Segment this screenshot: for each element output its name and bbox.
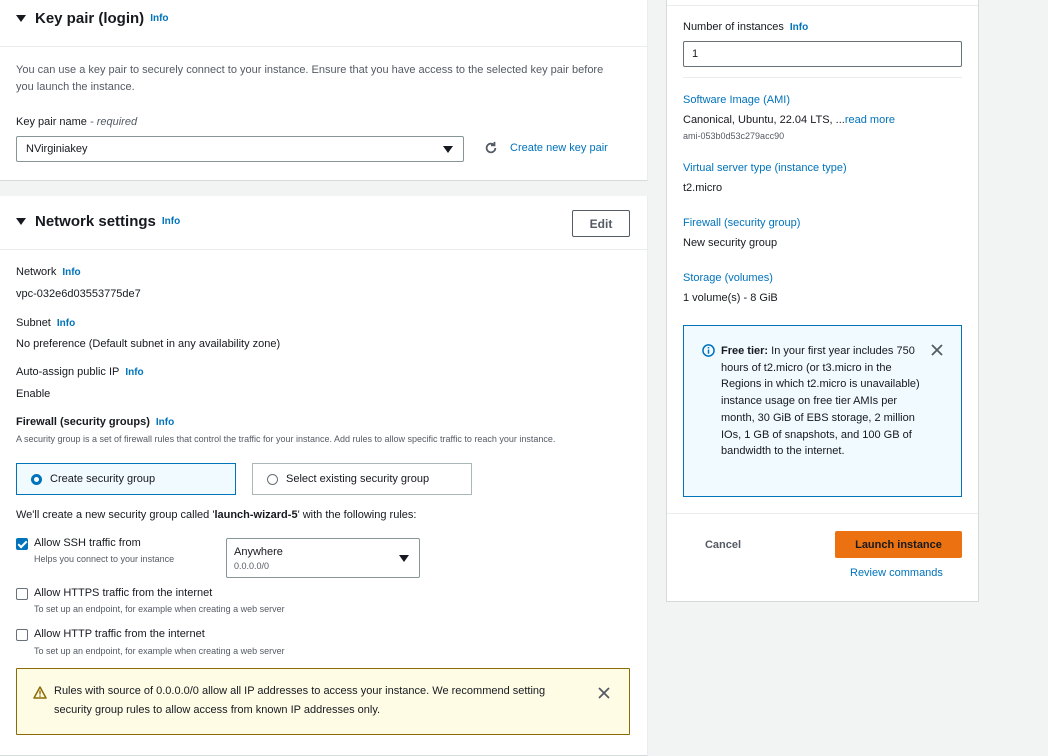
key-pair-info-link[interactable]: Info xyxy=(150,13,168,24)
radio-unselected-icon[interactable] xyxy=(267,473,278,485)
key-pair-description: You can use a key pair to securely conne… xyxy=(16,64,604,93)
info-icon xyxy=(702,344,715,357)
http-label: Allow HTTP traffic from the internet xyxy=(34,628,205,640)
summary-divider xyxy=(683,77,962,78)
ssh-source-select[interactable]: Anywhere 0.0.0.0/0 xyxy=(226,538,420,578)
storage-value: 1 volume(s) - 8 GiB xyxy=(683,292,778,304)
ami-link[interactable]: Software Image (AMI) xyxy=(683,94,790,106)
ssh-source-cidr: 0.0.0.0/0 xyxy=(234,560,270,571)
https-checkbox[interactable] xyxy=(16,588,28,600)
ami-read-more-link[interactable]: read more xyxy=(845,114,895,126)
https-sublabel: To set up an endpoint, for example when … xyxy=(34,604,285,614)
key-pair-name-label-text: Key pair name xyxy=(16,116,87,128)
dropdown-caret-icon xyxy=(443,146,453,153)
warning-alert: Rules with source of 0.0.0.0/0 allow all… xyxy=(16,668,630,735)
subnet-label: Subnet Info xyxy=(16,317,75,329)
create-security-group-label: Create security group xyxy=(50,473,156,485)
network-info-link[interactable]: Info xyxy=(62,267,80,278)
instances-input[interactable]: 1 xyxy=(683,41,962,67)
warning-icon xyxy=(33,686,47,699)
key-pair-required-text: - required xyxy=(90,116,138,128)
summary-top-divider xyxy=(667,5,978,6)
caret-down-icon xyxy=(16,218,26,225)
ami-value: Canonical, Ubuntu, 22.04 LTS, ...read mo… xyxy=(683,114,895,126)
key-pair-title[interactable]: Key pair (login) Info xyxy=(16,10,169,27)
refresh-icon[interactable] xyxy=(484,141,498,155)
rules-text-prefix: We'll create a new security group called… xyxy=(16,509,215,521)
launch-instance-button[interactable]: Launch instance xyxy=(835,531,962,558)
summary-footer-divider xyxy=(667,513,978,514)
create-key-pair-text[interactable]: Create new key pair xyxy=(510,142,608,154)
create-key-pair-link[interactable]: Create new key pair xyxy=(484,141,608,155)
subnet-value: No preference (Default subnet in any ava… xyxy=(16,338,281,350)
public-ip-label-text: Auto-assign public IP xyxy=(16,366,120,378)
caret-down-icon xyxy=(16,15,26,22)
key-pair-select-value: NVirginiakey xyxy=(26,143,88,155)
public-ip-label: Auto-assign public IP Info xyxy=(16,366,144,378)
network-label: Network Info xyxy=(16,266,81,278)
select-existing-security-group-option[interactable]: Select existing security group xyxy=(252,463,472,495)
summary-panel: Number of instances Info 1 Software Image… xyxy=(666,0,979,602)
network-settings-panel: Network settings Info Edit Network Info v… xyxy=(0,196,648,756)
network-settings-title-text: Network settings xyxy=(35,213,156,230)
free-tier-title: Free tier: xyxy=(721,345,769,357)
instances-label: Number of instances Info xyxy=(683,21,808,33)
instances-label-text: Number of instances xyxy=(683,21,784,33)
ami-value-text: Canonical, Ubuntu, 22.04 LTS, ... xyxy=(683,114,845,126)
create-security-group-option[interactable]: Create security group xyxy=(16,463,236,495)
instance-type-value: t2.micro xyxy=(683,182,723,194)
key-pair-select[interactable]: NVirginiakey xyxy=(16,136,464,162)
firewall-label-text: Firewall (security groups) xyxy=(16,416,150,428)
rules-text-suffix: ' with the following rules: xyxy=(297,509,417,521)
warning-text: Rules with source of 0.0.0.0/0 allow all… xyxy=(54,685,546,716)
key-pair-title-text: Key pair (login) xyxy=(35,10,145,27)
ssh-label: Allow SSH traffic from xyxy=(34,537,141,549)
radio-selected-icon[interactable] xyxy=(31,473,42,485)
key-pair-header[interactable]: Key pair (login) Info xyxy=(0,0,647,47)
public-ip-value: Enable xyxy=(16,388,51,400)
https-label: Allow HTTPS traffic from the internet xyxy=(34,587,213,599)
storage-link[interactable]: Storage (volumes) xyxy=(683,272,773,284)
review-commands-link[interactable]: Review commands xyxy=(850,567,943,579)
security-group-name: launch-wizard-5 xyxy=(214,509,298,521)
key-pair-panel: Key pair (login) Info You can use a key … xyxy=(0,0,648,181)
ssh-sublabel: Helps you connect to your instance xyxy=(34,554,175,564)
dropdown-caret-icon xyxy=(399,555,409,562)
subnet-label-text: Subnet xyxy=(16,317,51,329)
firewall-link[interactable]: Firewall (security group) xyxy=(683,217,800,229)
ami-id: ami-053b0d53c279acc90 xyxy=(683,131,785,141)
key-pair-name-label: Key pair name - required xyxy=(16,116,137,128)
network-settings-title[interactable]: Network settings Info xyxy=(16,213,180,230)
firewall-description: A security group is a set of firewall ru… xyxy=(16,434,556,444)
select-existing-security-group-label: Select existing security group xyxy=(286,473,430,485)
firewall-label: Firewall (security groups) Info xyxy=(16,416,174,428)
firewall-info-link[interactable]: Info xyxy=(156,417,174,428)
security-group-rules-text: We'll create a new security group called… xyxy=(16,509,416,521)
network-label-text: Network xyxy=(16,266,57,278)
close-icon[interactable] xyxy=(598,687,610,699)
free-tier-alert: Free tier: In your first year includes 7… xyxy=(683,325,962,497)
instance-type-link[interactable]: Virtual server type (instance type) xyxy=(683,162,847,174)
ssh-checkbox[interactable] xyxy=(16,538,28,550)
free-tier-body: In your first year includes 750 hours of… xyxy=(721,345,920,458)
subnet-info-link[interactable]: Info xyxy=(57,318,75,329)
public-ip-info-link[interactable]: Info xyxy=(125,367,143,378)
firewall-value: New security group xyxy=(683,237,778,249)
instances-info-link[interactable]: Info xyxy=(790,22,808,33)
cancel-button[interactable]: Cancel xyxy=(693,531,753,558)
network-settings-header[interactable]: Network settings Info Edit xyxy=(0,196,647,250)
edit-button[interactable]: Edit xyxy=(572,210,630,237)
ssh-source-value: Anywhere xyxy=(234,545,283,558)
free-tier-text: Free tier: In your first year includes 7… xyxy=(721,343,921,460)
network-settings-info-link[interactable]: Info xyxy=(162,216,180,227)
http-sublabel: To set up an endpoint, for example when … xyxy=(34,646,285,656)
network-value: vpc-032e6d03553775de7 xyxy=(16,288,141,300)
close-icon[interactable] xyxy=(931,344,943,356)
http-checkbox[interactable] xyxy=(16,629,28,641)
